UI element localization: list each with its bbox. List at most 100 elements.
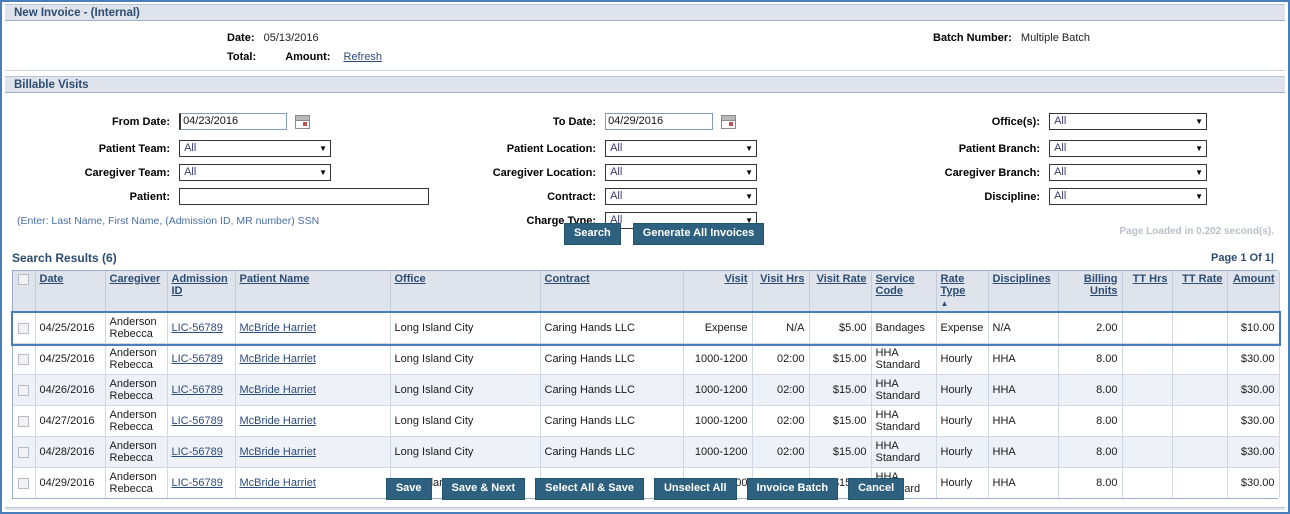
row-select-cell[interactable] [13,374,36,406]
cell-admission-id-link[interactable]: LIC-56789 [172,446,223,458]
cell-rate-type: Hourly [936,374,989,406]
cell-visit-rate: $15.00 [809,343,872,375]
cell-visit-rate: $5.00 [809,312,872,344]
cell-date: 04/25/2016 [35,343,106,375]
col-patient-name[interactable]: Patient Name [235,271,391,313]
cell-patient-name[interactable]: McBride Harriet [235,312,391,344]
calendar-icon[interactable] [295,114,311,129]
select-all-header[interactable] [13,271,36,313]
cell-visit-hrs: 02:00 [752,405,810,437]
col-disciplines[interactable]: Disciplines [988,271,1059,313]
table-row[interactable]: 04/26/2016 Anderson Rebecca LIC-56789 McBri… [13,374,1280,406]
col-visit-rate[interactable]: Visit Rate [809,271,872,313]
offices-select[interactable]: All ▼ [1049,113,1208,130]
cell-tt-rate [1172,436,1228,468]
caregiver-location-label: Caregiver Location: [492,166,596,179]
cell-patient-name-link[interactable]: McBride Harriet [240,384,316,396]
col-date[interactable]: Date [35,271,106,313]
refresh-link[interactable]: Refresh [343,51,382,63]
cell-admission-id[interactable]: LIC-56789 [167,343,236,375]
col-tt-rate[interactable]: TT Rate [1172,271,1228,313]
cell-disciplines: HHA [988,374,1059,406]
row-select-cell[interactable] [13,343,36,375]
col-visit-hrs[interactable]: Visit Hrs [752,271,810,313]
patient-team-label: Patient Team: [98,142,170,155]
cell-patient-name[interactable]: McBride Harriet [235,343,391,375]
search-button[interactable]: Search [564,223,621,245]
col-amount[interactable]: Amount [1227,271,1280,313]
cell-contract: Caring Hands LLC [540,343,684,375]
table-row[interactable]: 04/27/2016 Anderson Rebecca LIC-56789 McBri… [13,405,1280,437]
cell-date: 04/25/2016 [35,312,106,344]
col-admission-id[interactable]: Admission ID [167,271,236,313]
cell-admission-id-link[interactable]: LIC-56789 [172,322,223,334]
caregiver-location-select[interactable]: All ▼ [605,164,758,181]
search-actions: Search Generate All Invoices [564,223,765,245]
filters-panel: From Date: 04/23/2016 Patient Team: All ▼… [5,93,1285,229]
col-billing-units[interactable]: Billing Units [1058,271,1123,313]
row-checkbox[interactable] [18,384,30,396]
col-visit[interactable]: Visit [683,271,753,313]
cell-patient-name[interactable]: McBride Harriet [235,405,391,437]
cell-patient-name-link[interactable]: McBride Harriet [240,322,316,334]
contract-select[interactable]: All ▼ [605,188,758,205]
col-tt-hrs[interactable]: TT Hrs [1122,271,1173,313]
generate-all-invoices-button[interactable]: Generate All Invoices [632,223,765,245]
patient-location-select[interactable]: All ▼ [605,140,758,157]
cell-patient-name-link[interactable]: McBride Harriet [240,353,316,365]
table-row[interactable]: 04/28/2016 Anderson Rebecca LIC-56789 McBri… [13,436,1280,468]
cancel-button[interactable]: Cancel [848,478,905,500]
paging-indicator[interactable]: Page 1 Of 1| [1211,252,1274,264]
cell-admission-id[interactable]: LIC-56789 [167,405,236,437]
row-checkbox[interactable] [18,322,30,334]
invoice-batch-button[interactable]: Invoice Batch [746,478,839,500]
patient-branch-select[interactable]: All ▼ [1049,140,1208,157]
from-date-label: From Date: [111,115,170,128]
sort-asc-icon: ▲ [940,299,949,308]
cell-admission-id-link[interactable]: LIC-56789 [172,353,223,365]
row-select-cell[interactable] [13,312,36,344]
cell-rate-type: Expense [936,312,989,344]
unselect-all-button[interactable]: Unselect All [653,478,737,500]
cell-admission-id[interactable]: LIC-56789 [167,436,236,468]
cell-patient-name-link[interactable]: McBride Harriet [240,446,316,458]
col-service-code[interactable]: Service Code [871,271,937,313]
contract-row: Contract: All ▼ [438,188,758,205]
patient-team-select[interactable]: All ▼ [179,140,332,157]
cell-admission-id[interactable]: LIC-56789 [167,312,236,344]
cell-admission-id-link[interactable]: LIC-56789 [172,415,223,427]
row-select-cell[interactable] [13,405,36,437]
window-title-bar: New Invoice - (Internal) [2,2,1288,21]
row-select-cell[interactable] [13,436,36,468]
cell-patient-name-link[interactable]: McBride Harriet [240,415,316,427]
col-caregiver[interactable]: Caregiver [105,271,168,313]
cell-admission-id[interactable]: LIC-56789 [167,374,236,406]
discipline-select[interactable]: All ▼ [1049,188,1208,205]
from-date-input[interactable]: 04/23/2016 [179,113,288,130]
cell-patient-name[interactable]: McBride Harriet [235,374,391,406]
cell-tt-rate [1172,374,1228,406]
col-contract[interactable]: Contract [540,271,684,313]
cell-tt-hrs [1122,343,1173,375]
row-checkbox[interactable] [18,353,30,365]
patient-input[interactable] [179,188,430,205]
caregiver-branch-select[interactable]: All ▼ [1049,164,1208,181]
row-checkbox[interactable] [18,415,30,427]
select-all-save-button[interactable]: Select All & Save [535,478,644,500]
table-row[interactable]: 04/25/2016 Anderson Rebecca LIC-56789 McBri… [13,343,1280,375]
caregiver-team-select[interactable]: All ▼ [179,164,332,181]
to-date-input[interactable]: 04/29/2016 [605,113,714,130]
caregiver-branch-row: Caregiver Branch: All ▼ [880,164,1208,181]
cell-billing-units: 8.00 [1058,374,1123,406]
save-next-button[interactable]: Save & Next [441,478,526,500]
col-rate-type[interactable]: Rate Type ▲ [936,271,989,313]
select-all-checkbox[interactable] [18,273,30,285]
row-checkbox[interactable] [18,446,30,458]
calendar-icon[interactable] [721,114,737,129]
table-row[interactable]: 04/25/2016 Anderson Rebecca LIC-56789 McBri… [11,310,1281,346]
cell-contract: Caring Hands LLC [540,312,684,344]
cell-patient-name[interactable]: McBride Harriet [235,436,391,468]
cell-admission-id-link[interactable]: LIC-56789 [172,384,223,396]
save-button[interactable]: Save [385,478,432,500]
col-office[interactable]: Office [390,271,541,313]
